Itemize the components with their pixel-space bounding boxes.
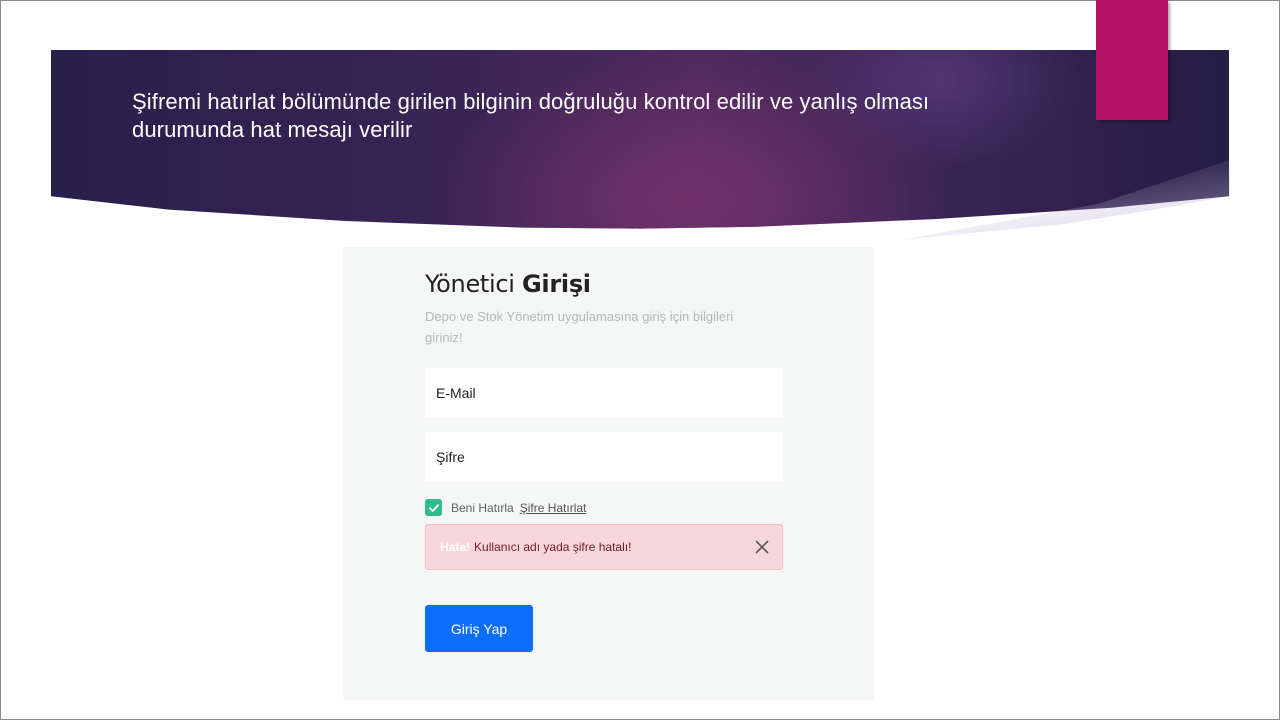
- forgot-password-link[interactable]: Şifre Hatırlat: [520, 501, 587, 515]
- close-icon[interactable]: [754, 539, 770, 555]
- login-title: Yönetici Girişi: [425, 270, 591, 298]
- login-title-light: Yönetici: [425, 270, 515, 298]
- email-input[interactable]: E-Mail: [425, 368, 783, 418]
- alert-message: Kullanıcı adı yada şifre hatalı!: [474, 540, 632, 554]
- email-placeholder: E-Mail: [436, 385, 476, 401]
- remember-row: Beni Hatırla Şifre Hatırlat: [425, 499, 586, 516]
- login-button[interactable]: Giriş Yap: [425, 605, 533, 652]
- accent-tab: [1096, 0, 1168, 120]
- error-alert: Hata! Kullanıcı adı yada şifre hatalı!: [425, 524, 783, 570]
- password-placeholder: Şifre: [436, 449, 465, 465]
- login-title-bold: Girişi: [522, 270, 591, 298]
- login-subtitle: Depo ve Stok Yönetim uygulamasına giriş …: [425, 309, 734, 345]
- slide-title: Şifremi hatırlat bölümünde girilen bilgi…: [132, 89, 930, 142]
- checkmark-icon: [428, 503, 439, 512]
- password-input[interactable]: Şifre: [425, 432, 783, 482]
- remember-checkbox[interactable]: [425, 499, 442, 516]
- remember-label: Beni Hatırla: [451, 500, 514, 515]
- title-banner: [51, 50, 1229, 229]
- alert-strong: Hata!: [440, 540, 471, 554]
